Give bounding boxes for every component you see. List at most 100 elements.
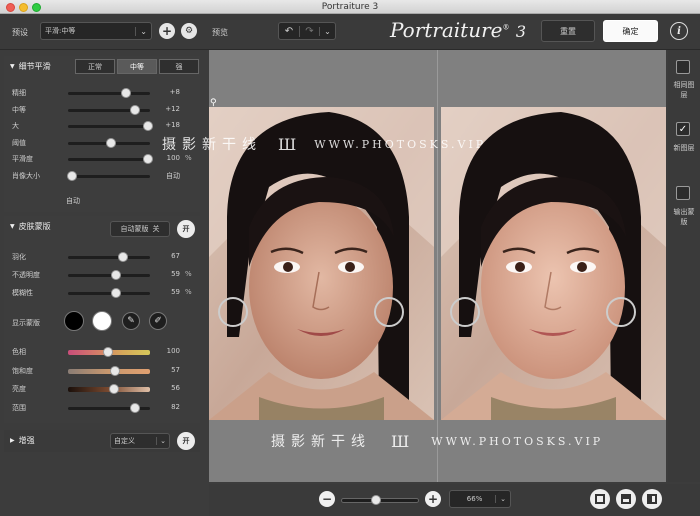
mask-brightness-slider-knob[interactable] [108, 384, 119, 394]
mask-saturation-slider-knob[interactable] [109, 365, 120, 376]
skin-mask-header[interactable]: ▼ 皮肤蒙版 [4, 216, 200, 236]
ok-button[interactable]: 确定 [603, 20, 658, 42]
info-button[interactable]: i [670, 22, 688, 40]
skin-opacity-slider-knob[interactable] [111, 270, 122, 280]
watermark-brand: 摄影新干线 [162, 137, 262, 153]
skin-opacity-row: 不透明度 59% [4, 268, 200, 282]
detail-smoothness-row: 平滑度 100% [4, 152, 200, 166]
zoom-cursor-icon: ⚲ [210, 98, 217, 108]
detail-fine-slider-knob[interactable] [121, 88, 132, 98]
mask-black-swatch[interactable] [64, 311, 84, 331]
detail-fine-slider[interactable] [68, 88, 150, 98]
bottom-bar: − + 66% ⌄ [209, 484, 700, 516]
skin-fuzziness-slider[interactable] [68, 288, 150, 298]
add-preset-button[interactable]: + [159, 23, 175, 39]
enhance-header[interactable]: ▶ 增强 [4, 430, 200, 450]
skin-feather-slider[interactable] [68, 252, 150, 262]
mask-hue-slider[interactable] [68, 347, 150, 357]
undo-icon[interactable]: ↶ [279, 26, 299, 37]
mode-normal-button[interactable]: 正常 [75, 59, 115, 74]
chevron-down-icon: ⌄ [156, 437, 166, 445]
eyedropper-icon[interactable]: ✎ [122, 312, 140, 330]
mode-medium-button[interactable]: 中等 [117, 59, 157, 74]
mask-range-row: 范围 82 [4, 401, 200, 415]
enhance-preset-value: 自定义 [114, 437, 135, 445]
mask-range-slider[interactable] [68, 402, 150, 413]
single-view-icon[interactable] [590, 489, 610, 509]
detail-smoothness-slider[interactable] [68, 154, 154, 164]
mask-range-slider-knob[interactable] [130, 402, 141, 413]
zoom-out-button[interactable]: − [319, 491, 335, 507]
show-mask-label: 显示蒙版 [12, 319, 40, 327]
zoom-slider[interactable] [341, 495, 419, 505]
detail-portrait-size-slider-knob[interactable] [67, 170, 78, 181]
enhance-toggle[interactable]: 开 [177, 432, 195, 450]
gear-icon[interactable]: ⚙ [181, 23, 197, 39]
top-toolbar: 预设 平滑:中等 ⌄ + ⚙ 预览 ↶ ↷ ⌄ Portraiture® 3 重… [0, 14, 700, 50]
disclosure-open-icon: ▼ [10, 62, 15, 70]
mask-hue-slider-knob[interactable] [103, 347, 114, 357]
disclosure-closed-icon: ▶ [10, 436, 15, 444]
new-layer-checkbox[interactable]: ✓ [676, 122, 690, 136]
auto-mask-button[interactable]: 自动蒙版 关 [110, 221, 170, 237]
close-window-button[interactable] [6, 2, 15, 12]
history-dropdown-icon[interactable]: ⌄ [319, 26, 335, 36]
watermark-bottom: 摄影新干线 Ш WWW.PHOTOSKS.VIP [271, 431, 603, 451]
split-vertical-icon[interactable] [642, 489, 662, 509]
mask-hue-value: 100 [166, 347, 180, 355]
zoom-in-button[interactable]: + [425, 491, 441, 507]
detail-medium-slider[interactable] [68, 104, 150, 115]
output-mask-checkbox[interactable] [676, 186, 690, 200]
skin-fuzziness-value: 59 [171, 288, 180, 296]
zoom-value: 66% [466, 495, 483, 503]
split-horizontal-icon[interactable] [616, 489, 636, 509]
output-mask-label: 输出蒙版 [673, 208, 695, 226]
detail-medium-value: +12 [165, 104, 180, 113]
mask-brightness-value: 56 [171, 384, 180, 392]
skin-fuzziness-unit: % [185, 288, 192, 296]
skin-opacity-slider[interactable] [68, 270, 150, 280]
enhance-preset-select[interactable]: 自定义 ⌄ [110, 433, 170, 449]
skin-mask-toggle[interactable]: 开 [177, 220, 195, 238]
detail-threshold-slider-knob[interactable] [105, 137, 116, 148]
detail-smoothness-label: 平滑度 [12, 155, 33, 163]
mode-strong-button[interactable]: 强 [159, 59, 199, 74]
detail-medium-slider-knob[interactable] [130, 104, 141, 115]
zoom-window-button[interactable] [32, 2, 41, 12]
skin-fuzziness-row: 模糊性 59% [4, 286, 200, 300]
skin-feather-slider-knob[interactable] [117, 252, 128, 262]
detail-fine-label: 精细 [12, 89, 26, 97]
preview-canvas[interactable]: ⚲ 摄影新干线 Ш WWW.PHOTOSKS.VIP 摄影新干线 Ш WWW.P… [162, 50, 666, 482]
watermark-url: WWW.PHOTOSKS.VIP [431, 434, 604, 448]
preset-select[interactable]: 平滑:中等 ⌄ [40, 22, 152, 40]
redo-icon[interactable]: ↷ [299, 25, 319, 37]
split-divider[interactable] [437, 50, 438, 482]
preset-select-value: 平滑:中等 [45, 27, 76, 35]
mask-white-swatch[interactable] [92, 311, 112, 331]
skin-opacity-label: 不透明度 [12, 271, 40, 279]
mask-saturation-slider[interactable] [68, 365, 150, 376]
title-bar: Portraiture 3 [0, 0, 700, 14]
detail-large-slider-knob[interactable] [143, 121, 154, 131]
detail-large-label: 大 [12, 122, 19, 130]
detail-threshold-slider[interactable] [68, 137, 150, 148]
same-layer-checkbox[interactable] [676, 60, 690, 74]
detail-portrait-size-value: 自动 [166, 171, 180, 180]
enhance-section: ▶ 增强 自定义 ⌄ 开 [4, 430, 200, 452]
disclosure-open-icon: ▼ [10, 222, 15, 230]
output-options-panel: 相同图层 ✓ 新图层 输出蒙版 [668, 50, 700, 482]
zoom-select[interactable]: 66% ⌄ [449, 490, 511, 508]
skin-mask-section: ▼ 皮肤蒙版 自动蒙版 关 开 羽化 67 不透明度 59% 模糊性 59% 显示蒙版 ✎… [4, 216, 200, 423]
skin-fuzziness-slider-knob[interactable] [111, 288, 122, 298]
detail-smoothness-slider-knob[interactable] [143, 154, 154, 164]
zoom-slider-knob[interactable] [371, 495, 382, 505]
minimize-window-button[interactable] [19, 2, 28, 12]
detail-portrait-size-slider[interactable] [67, 170, 150, 181]
eyedropper-minus-icon[interactable]: ✐ [149, 312, 167, 330]
detail-large-slider[interactable] [68, 121, 154, 131]
reset-button[interactable]: 重置 [541, 20, 595, 42]
mask-brightness-slider[interactable] [68, 384, 150, 394]
new-layer-label: 新图层 [673, 144, 695, 152]
auto-mask-state: 关 [152, 225, 160, 233]
skin-feather-label: 羽化 [12, 253, 26, 261]
